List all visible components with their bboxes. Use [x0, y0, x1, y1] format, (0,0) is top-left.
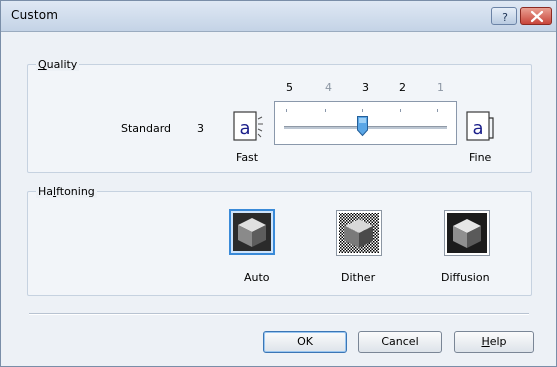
- help-button[interactable]: Help: [454, 331, 534, 353]
- quality-mode-label: Standard: [121, 122, 172, 135]
- title-bar: Custom ?: [1, 1, 556, 32]
- scale-label-3: 3: [362, 81, 369, 94]
- slider-tick: [362, 109, 363, 112]
- halftone-diffusion-label: Diffusion: [441, 271, 490, 284]
- title-help-button[interactable]: ?: [491, 7, 517, 25]
- close-icon: [530, 10, 544, 23]
- scale-label-1: 1: [437, 81, 444, 94]
- close-button[interactable]: [520, 7, 552, 25]
- fine-label: Fine: [469, 151, 492, 164]
- custom-dialog: Custom ? Quality Standard 3 a Fast 5 4 3…: [0, 0, 557, 367]
- fast-label: Fast: [236, 151, 259, 164]
- halftoning-group-label: Halftoning: [36, 185, 97, 198]
- cube-diffusion-icon: [447, 213, 487, 253]
- svg-text:a: a: [239, 118, 250, 139]
- question-icon: ?: [502, 11, 508, 24]
- cube-auto-icon: [233, 213, 271, 251]
- halftone-auto-button[interactable]: [229, 209, 275, 255]
- scale-label-4: 4: [325, 81, 332, 94]
- halftone-dither-button[interactable]: [336, 210, 382, 256]
- window-title: Custom: [11, 8, 59, 22]
- svg-text:a: a: [472, 118, 483, 139]
- quality-group-label: Quality: [36, 58, 80, 71]
- slider-tick: [400, 109, 401, 112]
- slider-thumb[interactable]: [356, 115, 369, 137]
- halftone-diffusion-button[interactable]: [444, 210, 490, 256]
- scale-label-5: 5: [286, 81, 293, 94]
- separator: [29, 313, 529, 315]
- svg-text:?: ?: [502, 11, 508, 24]
- slider-tick: [437, 109, 438, 112]
- slider-tick: [325, 109, 326, 112]
- fine-document-icon: a: [466, 111, 494, 141]
- halftone-dither-label: Dither: [341, 271, 376, 284]
- slider-tick: [286, 109, 287, 112]
- cube-dither-icon: [339, 213, 379, 253]
- cancel-button[interactable]: Cancel: [358, 331, 442, 353]
- quality-current-value: 3: [197, 122, 204, 135]
- scale-label-2: 2: [399, 81, 406, 94]
- quality-slider[interactable]: [274, 101, 457, 145]
- halftone-auto-label: Auto: [244, 271, 270, 284]
- ok-button[interactable]: OK: [263, 331, 347, 353]
- fast-document-icon: a: [233, 111, 263, 141]
